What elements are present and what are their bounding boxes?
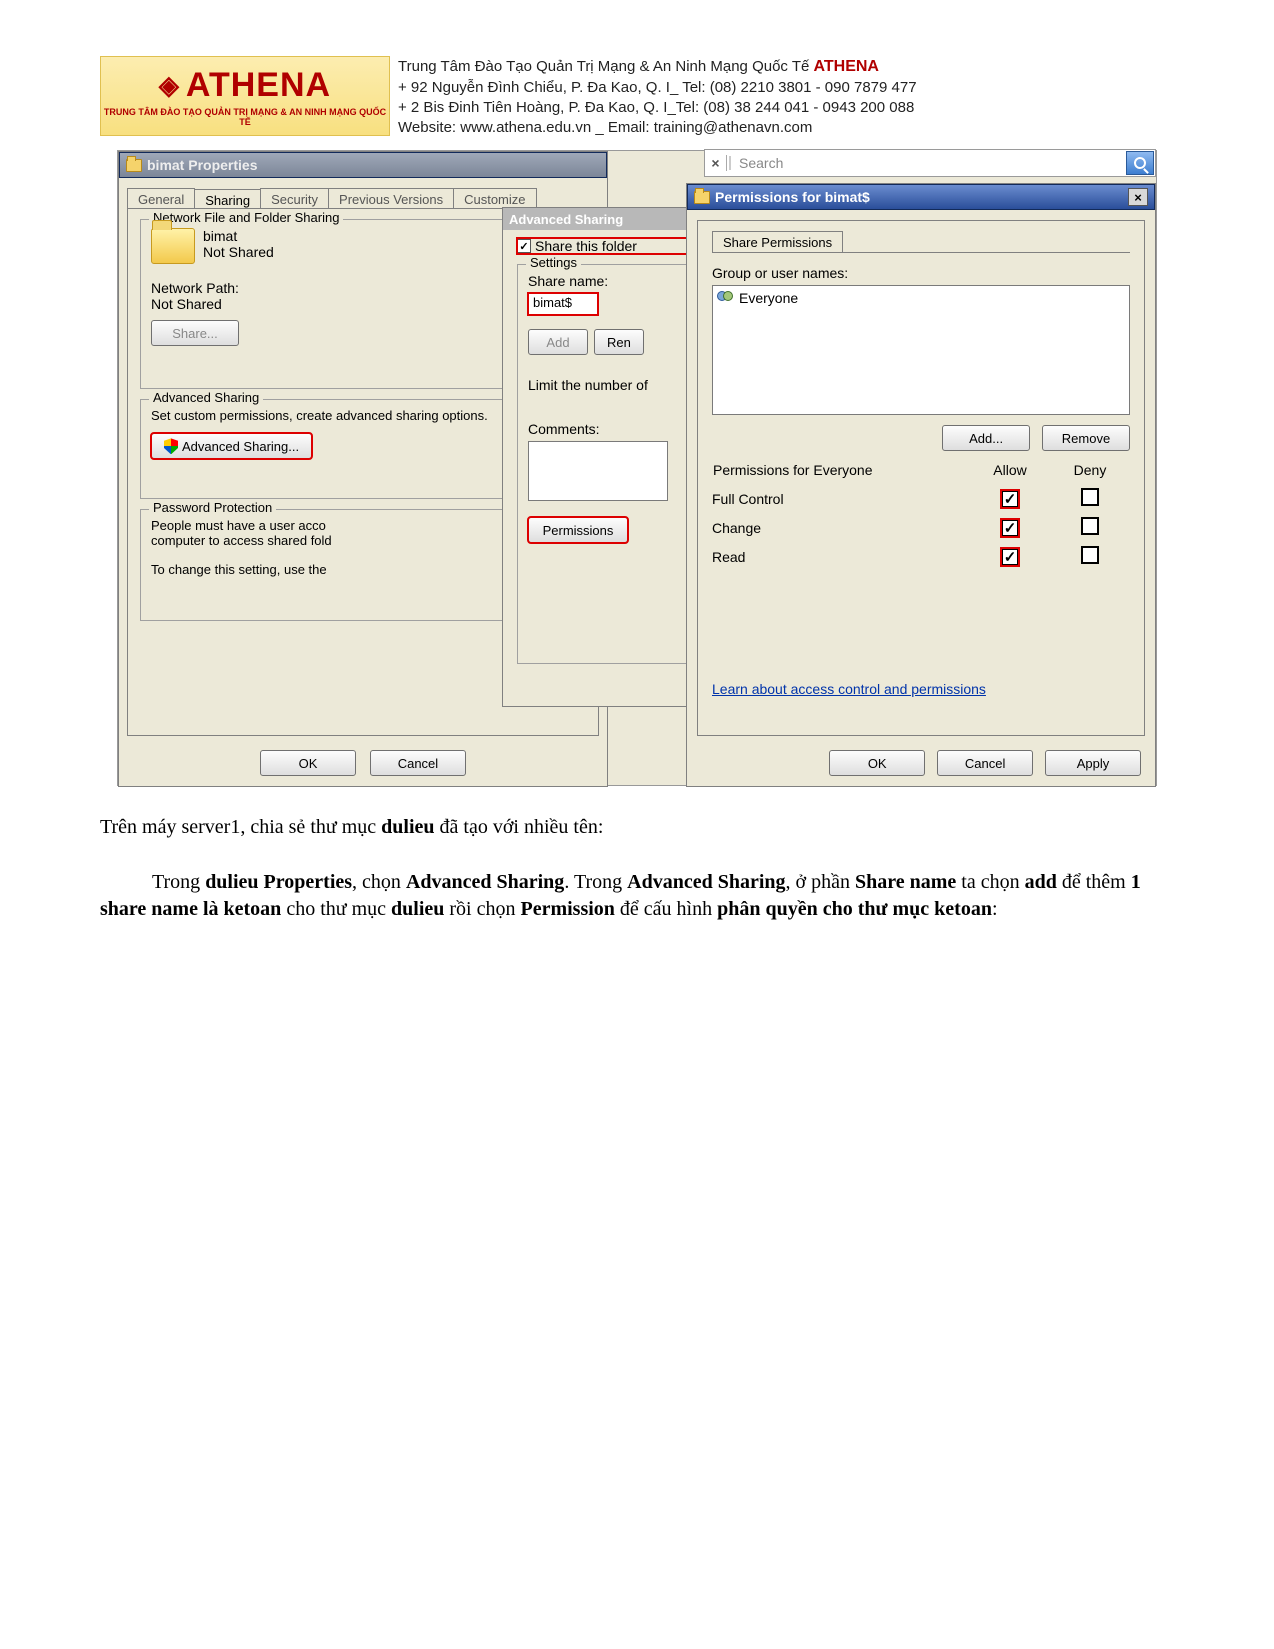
shield-icon (164, 438, 178, 454)
tab-sharing[interactable]: Sharing (194, 189, 261, 210)
share-button[interactable]: Share... (151, 320, 239, 346)
change-allow-checkbox[interactable] (1001, 519, 1019, 537)
perm-cancel-button[interactable]: Cancel (937, 750, 1033, 776)
read-deny-checkbox[interactable] (1081, 546, 1099, 564)
perm-tab[interactable]: Share Permissions (712, 231, 843, 253)
hdr-line1a: Trung Tâm Đào Tạo Quản Trị Mạng & An Nin… (398, 58, 814, 75)
perm-ok-button[interactable]: OK (829, 750, 925, 776)
hdr-line4: Website: www.athena.edu.vn _ Email: trai… (398, 118, 917, 138)
deny-header: Deny (1050, 461, 1130, 484)
hdr-line2: + 92 Nguyễn Đình Chiểu, P. Đa Kao, Q. I_… (398, 78, 917, 98)
hdr-line3: + 2 Bis Đinh Tiên Hoàng, P. Đa Kao, Q. I… (398, 98, 917, 118)
full-allow-checkbox[interactable] (1001, 490, 1019, 508)
adv-sharing-legend: Advanced Sharing (149, 390, 263, 405)
search-bar: × Search (704, 149, 1156, 177)
folder-icon (126, 159, 142, 172)
adv-permissions-button[interactable]: Permissions (528, 517, 628, 543)
user-list[interactable]: Everyone (712, 285, 1130, 415)
tab-previous-versions[interactable]: Previous Versions (328, 188, 454, 209)
adv-remove-button[interactable]: Ren (594, 329, 644, 355)
settings-legend: Settings (526, 255, 581, 270)
properties-title: bimat Properties (147, 157, 257, 173)
hdr-line1b: ATHENA (814, 58, 879, 75)
paragraph-2: Trong dulieu Properties, chọn Advanced S… (100, 869, 1174, 923)
big-folder-icon (151, 228, 195, 264)
tab-customize[interactable]: Customize (453, 188, 536, 209)
adv-add-button[interactable]: Add (528, 329, 588, 355)
perm-apply-button[interactable]: Apply (1045, 750, 1141, 776)
comments-input[interactable] (528, 441, 668, 501)
perm-title-text: Permissions for bimat$ (715, 189, 1128, 205)
limit-label: Limit the number of (528, 377, 676, 393)
comments-label: Comments: (528, 421, 676, 437)
perm-row-change: Change (712, 513, 970, 542)
share-name-input[interactable]: bimat$ (528, 293, 598, 315)
logo-text: ATHENA (186, 66, 331, 105)
header-info: Trung Tâm Đào Tạo Quản Trị Mạng & An Nin… (398, 56, 917, 138)
properties-tabs: General Sharing Security Previous Versio… (127, 188, 536, 209)
perm-titlebar: Permissions for bimat$ × (687, 184, 1155, 210)
perm-row-full: Full Control (712, 484, 970, 513)
perm-for-label: Permissions for Everyone (712, 461, 970, 484)
props-cancel-button[interactable]: Cancel (370, 750, 466, 776)
tab-general[interactable]: General (127, 188, 195, 209)
read-allow-checkbox[interactable] (1001, 548, 1019, 566)
page-header: ◈ ATHENA TRUNG TÂM ĐÀO TẠO QUẢN TRỊ MẠNG… (100, 56, 1174, 138)
share-this-label: Share this folder (535, 238, 637, 254)
search-input[interactable]: Search (733, 155, 1125, 171)
folder-icon (694, 191, 710, 204)
magnifier-icon (1134, 157, 1146, 169)
advanced-sharing-button[interactable]: Advanced Sharing... (151, 433, 312, 459)
paragraph-1: Trên máy server1, chia sẻ thư mục dulieu… (100, 814, 1174, 841)
perm-row-read: Read (712, 542, 970, 571)
logo-subtext: TRUNG TÂM ĐÀO TẠO QUẢN TRỊ MẠNG & AN NIN… (101, 107, 389, 127)
properties-titlebar: bimat Properties (119, 152, 607, 178)
full-deny-checkbox[interactable] (1081, 488, 1099, 506)
folder-name: bimat (203, 228, 274, 244)
search-clear-icon[interactable]: × (705, 155, 727, 171)
learn-permissions-link[interactable]: Learn about access control and permissio… (712, 681, 986, 697)
perm-remove-button[interactable]: Remove (1042, 425, 1130, 451)
adv-titlebar: Advanced Sharing (503, 208, 697, 230)
share-this-folder-checkbox[interactable]: ✓ Share this folder (517, 238, 687, 254)
tab-security[interactable]: Security (260, 188, 329, 209)
perm-add-button[interactable]: Add... (942, 425, 1030, 451)
perm-close-button[interactable]: × (1128, 188, 1148, 206)
user-everyone[interactable]: Everyone (739, 290, 798, 306)
search-button[interactable] (1126, 151, 1154, 175)
allow-header: Allow (970, 461, 1050, 484)
checkbox-icon: ✓ (517, 239, 531, 253)
password-legend: Password Protection (149, 500, 276, 515)
change-deny-checkbox[interactable] (1081, 517, 1099, 535)
permissions-dialog: Permissions for bimat$ × Share Permissio… (686, 183, 1156, 787)
network-sharing-legend: Network File and Folder Sharing (149, 210, 343, 225)
share-status: Not Shared (203, 244, 274, 260)
users-icon (717, 291, 735, 305)
group-user-label: Group or user names: (712, 265, 1130, 281)
share-name-label: Share name: (528, 273, 676, 289)
props-ok-button[interactable]: OK (260, 750, 356, 776)
advanced-sharing-dialog: Advanced Sharing ✓ Share this folder Set… (502, 207, 698, 707)
screenshot-area: × Search bimat Properties General Sharin… (117, 150, 1157, 786)
adv-btn-label: Advanced Sharing... (182, 439, 299, 454)
athena-logo: ◈ ATHENA TRUNG TÂM ĐÀO TẠO QUẢN TRỊ MẠNG… (100, 56, 390, 136)
